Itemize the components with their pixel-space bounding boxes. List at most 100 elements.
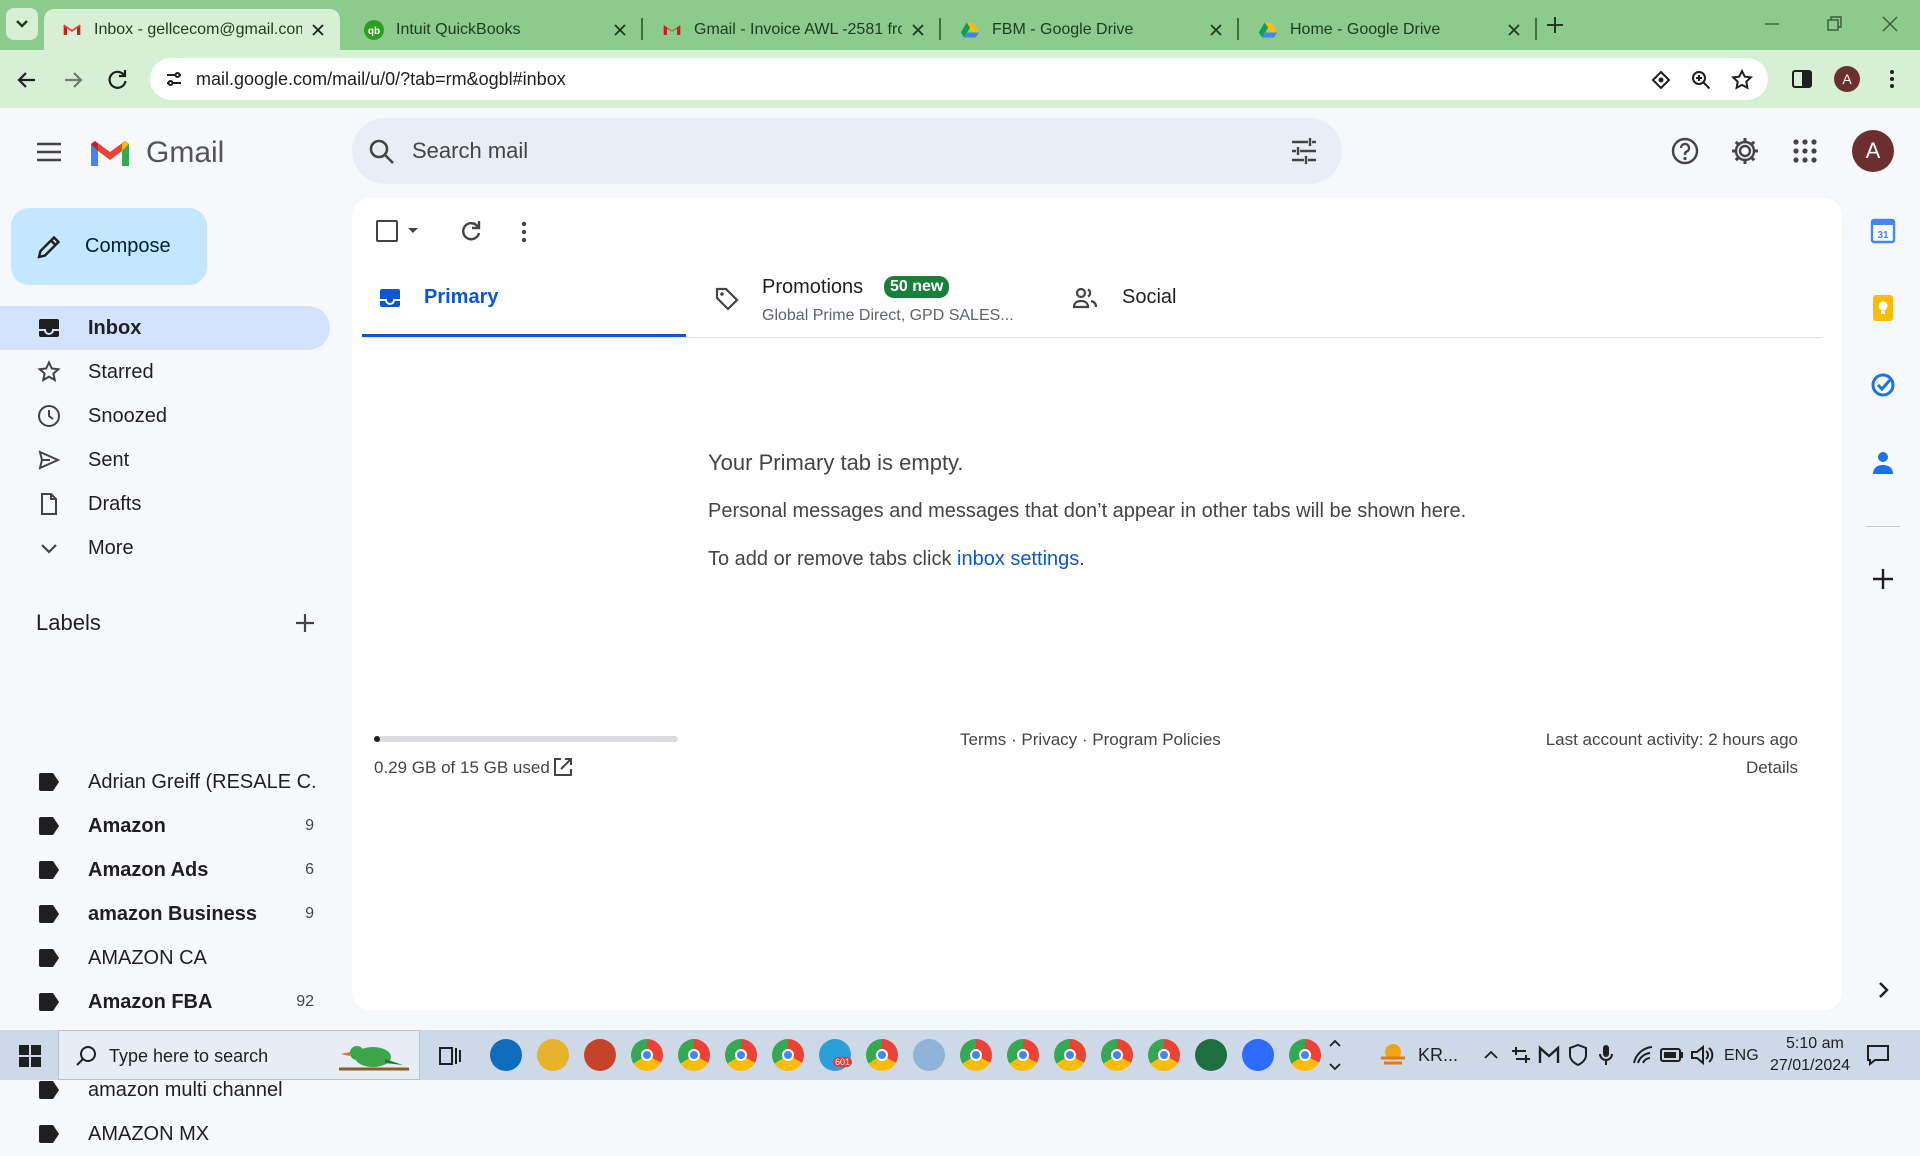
chrome-profile-icon[interactable] [678,1039,710,1071]
clock-date[interactable]: 27/01/2024 [1770,1057,1850,1075]
browser-tab[interactable]: Gmail - Invoice AWL -2581 from [644,9,940,50]
chrome-profile-icon[interactable] [772,1039,804,1071]
label-item[interactable]: AMAZON CA [0,936,330,980]
main-menu-icon[interactable] [36,142,62,162]
tasks-icon[interactable] [1870,372,1896,398]
clock-time[interactable]: 5:10 am [1786,1035,1844,1053]
chrome-profile-icon[interactable] [1148,1039,1180,1071]
chrome-profile-icon[interactable] [1007,1039,1039,1071]
tab-primary[interactable]: Primary [362,258,686,338]
help-icon[interactable] [1670,136,1700,166]
window-close-icon[interactable] [1878,14,1902,34]
label-item[interactable]: Amazon FBA 92 [0,980,330,1024]
taskbar-search-box[interactable]: Type here to search [58,1030,420,1080]
inbox-settings-link[interactable]: inbox settings [957,548,1079,570]
external-link-icon[interactable] [552,756,574,778]
select-dropdown-icon[interactable] [406,226,420,236]
close-icon[interactable] [1208,22,1224,38]
settings-gear-icon[interactable] [1730,136,1760,166]
volume-icon[interactable] [1690,1045,1714,1065]
weather-text[interactable]: KR... [1418,1045,1458,1066]
chrome-profile-icon[interactable] [725,1039,757,1071]
select-all-checkbox[interactable] [376,220,398,242]
label-item[interactable]: amazon Business 9 [0,892,330,936]
label-item[interactable]: Adrian Greiff (RESALE C... [0,760,330,804]
activity-details-link[interactable]: Details [1746,758,1798,778]
snip-tool-icon[interactable] [584,1039,616,1071]
browser-tab[interactable]: Home - Google Drive [1240,9,1536,50]
label-item[interactable]: AMAZON MX [0,1112,330,1156]
new-tab-icon[interactable] [1542,12,1568,38]
account-avatar[interactable]: A [1852,130,1894,172]
task-view-icon[interactable] [438,1044,462,1068]
bookmark-star-icon[interactable] [1730,68,1754,92]
browser-menu-icon[interactable] [1884,67,1900,91]
weather-icon[interactable] [1378,1042,1408,1068]
search-options-icon[interactable] [1290,138,1318,164]
taskbar-scroll-icon[interactable] [1328,1036,1342,1074]
browser-tab[interactable]: Inbox - gellcecom@gmail.com [44,9,340,50]
browser-tab[interactable]: qb Intuit QuickBooks [346,9,642,50]
chrome-profile-icon[interactable] [1054,1039,1086,1071]
battery-icon[interactable] [1660,1047,1684,1063]
nav-item-sent[interactable]: Sent [0,438,330,482]
label-item[interactable]: Amazon Ads 6 [0,848,330,892]
nav-item-starred[interactable]: Starred [0,350,330,394]
gmail-logo-icon[interactable] [88,138,132,170]
zoom-icon[interactable] [1690,69,1712,91]
browser-tab[interactable]: FBM - Google Drive [942,9,1238,50]
notifications-icon[interactable] [1866,1044,1890,1066]
refresh-icon[interactable] [458,218,484,244]
minimize-icon[interactable] [1760,14,1784,34]
excel-icon[interactable] [1195,1039,1227,1071]
nav-item-drafts[interactable]: Drafts [0,482,330,526]
security-shield-icon[interactable] [1568,1044,1588,1066]
privacy-link[interactable]: Privacy [1021,730,1077,749]
search-input[interactable] [412,136,1212,166]
windows-start-icon[interactable] [18,1044,42,1068]
restore-icon[interactable] [1822,14,1846,34]
microphone-icon[interactable] [1598,1044,1614,1066]
nav-item-inbox[interactable]: Inbox [0,306,330,350]
tab-search-button[interactable] [6,8,38,40]
more-options-icon[interactable] [518,220,530,244]
close-icon[interactable] [910,22,926,38]
keep-icon[interactable] [1872,294,1894,322]
side-panel-icon[interactable] [1790,67,1814,91]
chrome-icon[interactable] [1289,1039,1321,1071]
nav-item-more[interactable]: More [0,526,330,570]
file-explorer-icon[interactable] [537,1039,569,1071]
zoom-icon[interactable] [1242,1039,1274,1071]
reload-icon[interactable] [104,67,130,93]
contacts-icon[interactable] [1872,450,1894,476]
show-hidden-icons-icon[interactable] [1482,1046,1500,1064]
tray-app-icon[interactable] [1510,1045,1532,1065]
chrome-profile-icon[interactable] [866,1039,898,1071]
program-policies-link[interactable]: Program Policies [1092,730,1221,749]
language-indicator[interactable]: ENG [1724,1047,1759,1065]
chrome-profile-icon[interactable] [1101,1039,1133,1071]
telegram-icon[interactable]: 601 [819,1039,853,1071]
terms-link[interactable]: Terms [960,730,1006,749]
apps-grid-icon[interactable] [1792,138,1818,164]
compose-button[interactable]: Compose [11,208,207,285]
search-bar[interactable] [352,118,1342,184]
wifi-icon[interactable] [1632,1045,1654,1065]
nav-item-snoozed[interactable]: Snoozed [0,394,330,438]
close-icon[interactable] [612,22,628,38]
tab-promotions[interactable]: Promotions 50 new Global Prime Direct, G… [702,258,1042,338]
notes-app-icon[interactable] [913,1039,945,1071]
tab-social[interactable]: Social [1052,258,1392,338]
tray-gmail-icon[interactable] [1538,1045,1560,1065]
search-icon[interactable] [368,138,396,166]
chrome-profile-icon[interactable] [960,1039,992,1071]
chevron-right-icon[interactable] [1876,980,1892,1000]
chrome-profile-icon[interactable] [631,1039,663,1071]
close-icon[interactable] [1506,22,1522,38]
lens-icon[interactable] [1650,69,1672,91]
forward-icon[interactable] [60,67,86,93]
get-addons-plus-icon[interactable] [1872,568,1894,590]
address-bar[interactable]: mail.google.com/mail/u/0/?tab=rm&ogbl#in… [150,58,1768,100]
label-item[interactable]: Amazon 9 [0,804,330,848]
back-icon[interactable] [14,67,40,93]
